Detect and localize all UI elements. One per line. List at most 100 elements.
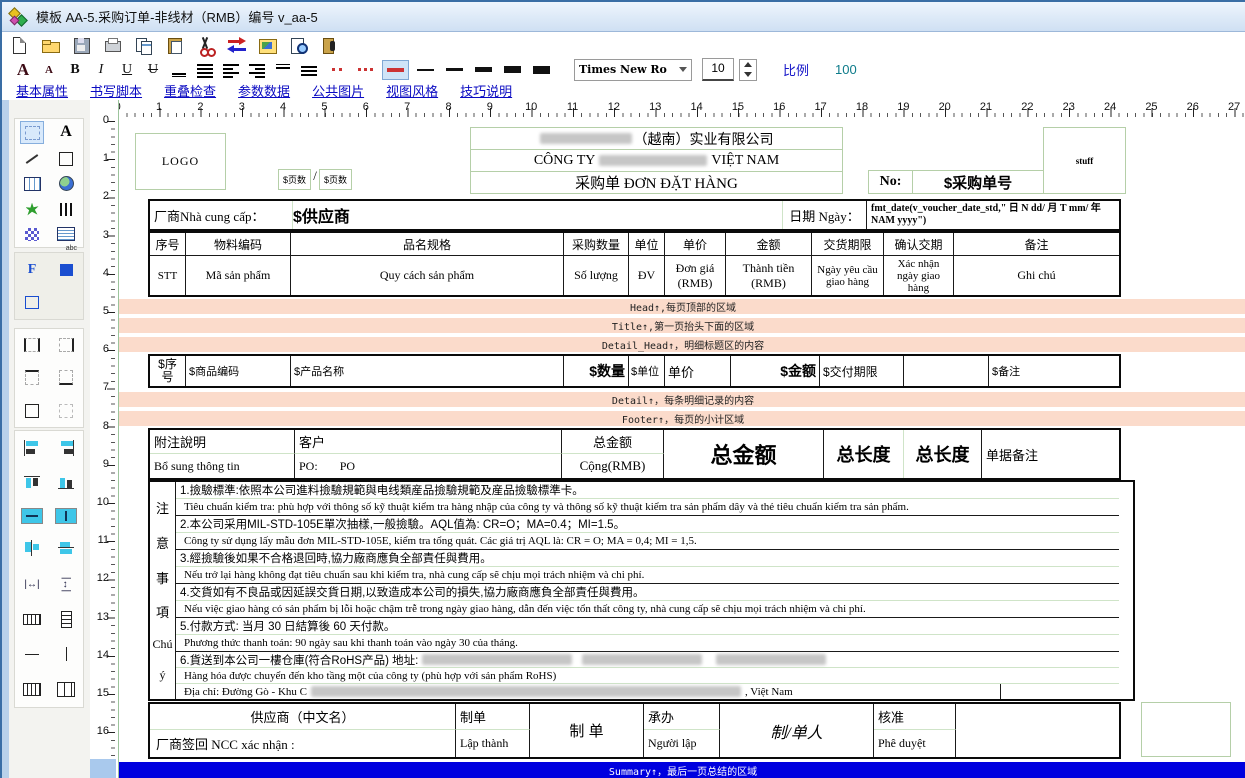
supplier-value-field[interactable]: $供应商 [292,201,692,229]
detail-field[interactable]: $备注 [989,356,1119,386]
table-tool[interactable] [21,173,43,194]
border-all-icon[interactable] [21,400,43,421]
linestyle-dot3-red[interactable] [353,61,378,79]
band-summary[interactable]: Summary↑，最后一页总结的区域 [119,762,1245,778]
company-name-cn[interactable]: （越南）实业有限公司 [470,127,843,150]
grid-small-icon[interactable] [21,679,43,700]
align-bottom-edges-icon[interactable] [55,473,77,494]
signature-table[interactable]: 供应商（中文名） 厂商签回 NCC xác nhận : 制单 Lập thàn… [148,702,1121,759]
export-icon[interactable] [320,36,340,56]
footer-po-field[interactable]: PO:PO [295,454,562,478]
tab-basic-props[interactable]: 基本属性 [16,81,68,100]
linestyle-2px[interactable] [442,61,467,79]
h-spacing-icon[interactable]: |↔| [21,574,43,595]
align-center-icon[interactable] [194,62,216,78]
font-size-input[interactable]: 10 [702,58,734,81]
page-number-field[interactable]: $页数 [278,169,311,190]
sign-empty-cell[interactable] [956,704,1119,757]
tab-shared-images[interactable]: 公共图片 [312,81,364,100]
save-icon[interactable] [72,36,92,56]
copy-icon[interactable] [134,36,154,56]
tab-tips[interactable]: 技巧说明 [460,81,512,100]
footer-summary-row[interactable]: 附注說明 Bổ sung thông tin 客户 PO:PO 总金额 Cộng… [148,428,1121,480]
sign-maker-field[interactable]: 制 单 [530,704,644,757]
company-header[interactable]: （越南）实业有限公司 CÔNG TY VIỆT NAM 采购单 ĐƠN ĐẶT … [470,127,843,194]
rect-tool[interactable] [55,148,77,169]
band-head[interactable]: Head↑,每页顶部的区域 [119,299,1245,314]
underline-icon[interactable]: U [116,62,138,78]
sign-extra-field[interactable] [1141,702,1231,757]
company-name-vn[interactable]: CÔNG TY VIỆT NAM [470,149,843,172]
align-top-edges-icon[interactable] [21,473,43,494]
detail-field[interactable]: $交付期限 [820,356,904,386]
tab-script[interactable]: 书写脚本 [90,81,142,100]
field-tool[interactable]: F [21,259,43,280]
footer-total-amount-field[interactable]: 总金额 [664,430,824,478]
logo-box[interactable]: LOGO [135,133,226,190]
detail-field[interactable]: 单价 [665,356,731,386]
center-vertical-icon[interactable] [55,538,77,559]
select-tool[interactable] [20,121,44,144]
center-horizontal-icon[interactable] [21,538,43,559]
outline-rect-tool[interactable] [21,292,43,313]
detail-field[interactable]: $数量 [564,356,629,386]
linestyle-1px[interactable] [413,61,438,79]
equal-cols-icon[interactable] [21,609,43,630]
linestyle-dot2-red[interactable] [324,61,349,79]
open-icon[interactable] [41,36,61,56]
band-detail-head[interactable]: Detail_Head↑，明细标题区的内容 [119,337,1245,352]
grid-large-icon[interactable] [55,679,77,700]
footer-doc-note[interactable]: 单据备注 [982,430,1119,478]
text-tool[interactable]: A [55,121,77,142]
detail-field[interactable]: $金额 [731,356,820,386]
page-count-field[interactable]: $页数 [319,169,352,190]
align-justify-icon[interactable] [298,62,320,78]
detail-field[interactable]: $序号 [150,356,186,386]
detail-field[interactable]: $产品名称 [291,356,564,386]
detail-field-empty[interactable] [904,356,989,386]
tab-view-style[interactable]: 视图风格 [386,81,438,100]
footer-total-length-1[interactable]: 总长度 [824,430,904,478]
detail-field[interactable]: $商品编码 [186,356,291,386]
strikethrough-icon[interactable]: U [142,62,164,78]
doc-title[interactable]: 采购单 ĐƠN ĐẶT HÀNG [470,171,843,194]
supplier-date-row[interactable]: 厂商Nhà cung cấp： $供应商 日期 Ngày： fmt_date(v… [148,199,1121,231]
sign-preparer-field[interactable]: 制/单人 [720,704,874,757]
swap-arrows-icon[interactable] [227,36,247,56]
h-line-icon[interactable] [21,644,43,665]
align-right-edges-icon[interactable] [55,438,77,459]
border-top-icon[interactable] [21,367,43,388]
tab-param-data[interactable]: 参数数据 [238,81,290,100]
picture-folder-icon[interactable] [258,36,278,56]
align-right-icon[interactable] [246,62,268,78]
notes-table[interactable]: 注意事項 Chúý 1.撿驗標準:依照本公司進料撿驗規範與电线類産品撿驗規範及産… [148,480,1135,701]
grid-header[interactable]: 序号 物料编码 品名规格 采购数量 单位 单价 金额 交货期限 确认交期 备注 … [148,231,1121,297]
fill-rect-tool[interactable] [55,259,77,280]
same-width-icon[interactable] [21,508,43,524]
font-select[interactable]: Times New Ro [574,59,692,81]
align-left-edges-icon[interactable] [21,438,43,459]
band-detail[interactable]: Detail↑，每条明细记录的内容 [119,392,1245,407]
equal-rows-icon[interactable] [55,609,77,630]
detail-field[interactable]: $单位 [629,356,665,386]
image-tool[interactable] [55,173,77,194]
tab-overlap-check[interactable]: 重叠检查 [164,81,216,100]
align-top-icon[interactable] [272,62,294,78]
border-none-icon[interactable] [55,400,77,421]
bold-icon[interactable]: B [64,62,86,78]
vlines-tool[interactable] [55,199,77,220]
detail-row[interactable]: $序号 $商品编码 $产品名称 $数量 $单位 单价 $金额 $交付期限 $备注 [148,354,1121,388]
find-icon[interactable] [289,36,309,56]
line-tool[interactable] [21,148,43,169]
v-spacing-icon[interactable]: |↔| [56,573,77,595]
order-no-field[interactable]: No: $采购单号 [868,170,1044,194]
border-bottom-icon[interactable] [55,367,77,388]
print-preview-icon[interactable] [103,36,123,56]
v-line-icon[interactable] [55,644,77,665]
font-small-icon[interactable]: A [38,64,60,76]
linestyle-5px[interactable] [529,61,554,79]
align-left-icon[interactable] [220,62,242,78]
align-bottom-icon[interactable] [168,62,190,78]
border-right-icon[interactable] [55,335,77,356]
date-formula-field[interactable]: fmt_date(v_voucher_date_std," 日 N dd/ 月 … [866,201,1119,229]
